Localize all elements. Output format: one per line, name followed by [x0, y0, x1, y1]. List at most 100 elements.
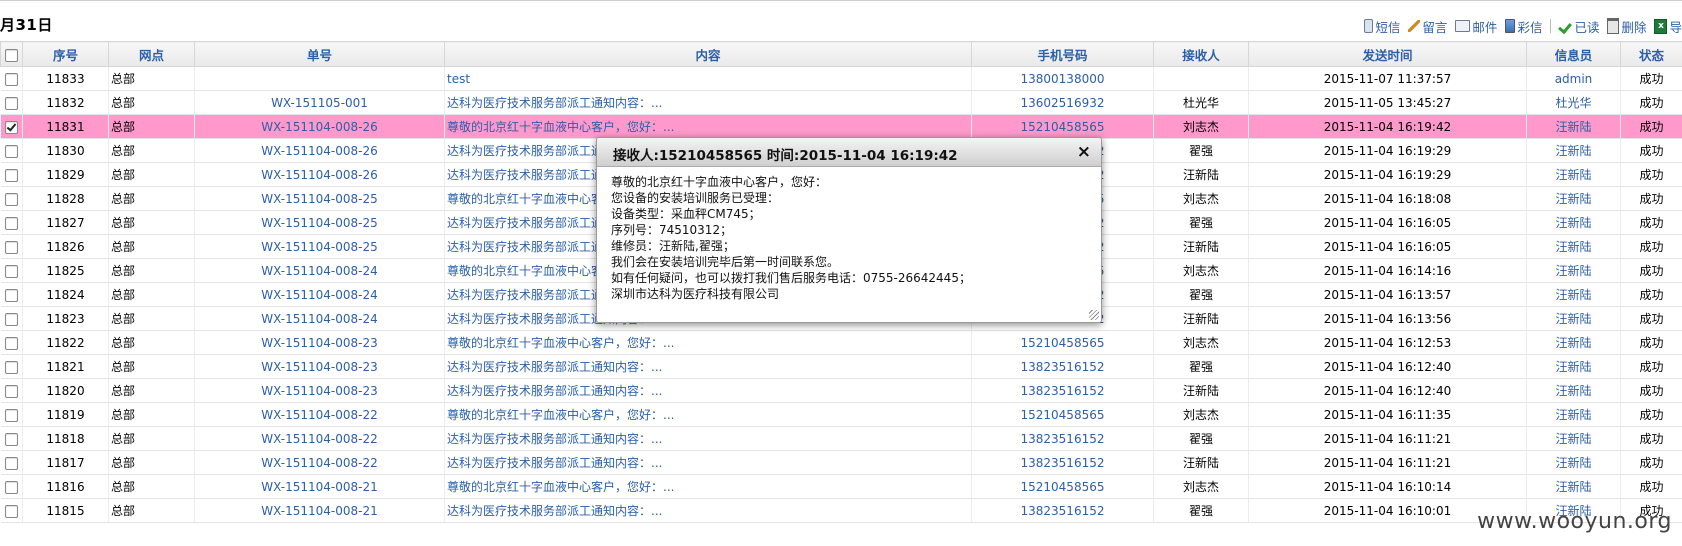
row-checkbox[interactable] [4, 504, 18, 518]
cell-operator[interactable]: 汪新陆 [1526, 402, 1621, 427]
row-checkbox[interactable] [4, 96, 18, 110]
cell-order[interactable]: WX-151104-008-25 [194, 234, 445, 259]
cell-operator[interactable]: 汪新陆 [1526, 114, 1621, 139]
cell-phone[interactable]: 13823516152 [971, 498, 1154, 523]
cell-phone[interactable]: 13823516152 [971, 378, 1154, 403]
cell-order[interactable]: WX-151104-008-22 [194, 450, 445, 475]
cell-operator[interactable]: 汪新陆 [1526, 138, 1621, 163]
resize-grip-icon[interactable] [1089, 310, 1099, 320]
table-row[interactable]: 11817 总部 WX-151104-008-22 达科为医疗技术服务部派工通知内容：… [0, 450, 1682, 475]
cell-phone[interactable]: 13823516152 [971, 450, 1154, 475]
table-row[interactable]: 11820 总部 WX-151104-008-23 达科为医疗技术服务部派工通知内容：… [0, 378, 1682, 403]
row-checkbox[interactable] [4, 360, 18, 374]
row-checkbox[interactable] [4, 288, 18, 302]
row-checkbox[interactable] [4, 192, 18, 206]
cell-order[interactable]: WX-151104-008-23 [194, 378, 445, 403]
cell-content[interactable]: 达科为医疗技术服务部派工通知内容：... [444, 450, 972, 475]
cell-operator[interactable]: 汪新陆 [1526, 354, 1621, 379]
message-button[interactable]: 留言 [1408, 17, 1447, 36]
row-checkbox[interactable] [4, 456, 18, 470]
row-checkbox[interactable] [4, 408, 18, 422]
popup-header[interactable]: 接收人:15210458565 时间:2015-11-04 16:19:42 × [597, 138, 1101, 167]
close-icon[interactable]: × [1077, 142, 1091, 162]
cell-order[interactable]: WX-151104-008-24 [194, 258, 445, 283]
cell-phone[interactable]: 13800138000 [971, 66, 1154, 91]
cell-phone[interactable]: 15210458565 [971, 114, 1154, 139]
row-checkbox[interactable] [4, 432, 18, 446]
cell-order[interactable] [194, 66, 445, 91]
cell-content[interactable]: 达科为医疗技术服务部派工通知内容：... [444, 426, 972, 451]
cell-operator[interactable]: 汪新陆 [1526, 162, 1621, 187]
row-checkbox[interactable] [4, 336, 18, 350]
table-row[interactable]: 11818 总部 WX-151104-008-22 达科为医疗技术服务部派工通知内容：… [0, 426, 1682, 451]
export-button[interactable]: x导 [1654, 17, 1682, 36]
mms-button[interactable]: 彩信 [1505, 17, 1542, 36]
cell-operator[interactable]: 汪新陆 [1526, 378, 1621, 403]
header-status[interactable]: 状态 [1620, 41, 1682, 67]
cell-operator[interactable]: admin [1526, 66, 1621, 91]
cell-operator[interactable]: 汪新陆 [1526, 234, 1621, 259]
cell-order[interactable]: WX-151104-008-22 [194, 426, 445, 451]
cell-phone[interactable]: 13823516152 [971, 426, 1154, 451]
cell-content[interactable]: 达科为医疗技术服务部派工通知内容：... [444, 90, 972, 115]
table-row[interactable]: 11819 总部 WX-151104-008-22 尊敬的北京红十字血液中心客户，您好… [0, 402, 1682, 427]
row-checkbox[interactable] [4, 480, 18, 494]
row-checkbox[interactable] [4, 216, 18, 230]
delete-button[interactable]: 删除 [1607, 17, 1646, 36]
cell-order[interactable]: WX-151104-008-26 [194, 138, 445, 163]
cell-content[interactable]: 达科为医疗技术服务部派工通知内容：... [444, 498, 972, 523]
table-row[interactable]: 11831 总部 WX-151104-008-26 尊敬的北京红十字血液中心客户，您好… [0, 114, 1682, 139]
table-row[interactable]: 11816 总部 WX-151104-008-21 尊敬的北京红十字血液中心客户，您好… [0, 474, 1682, 499]
row-checkbox[interactable] [4, 120, 18, 134]
cell-phone[interactable]: 15210458565 [971, 402, 1154, 427]
cell-content[interactable]: 尊敬的北京红十字血液中心客户，您好：... [444, 330, 972, 355]
cell-order[interactable]: WX-151104-008-21 [194, 498, 445, 523]
cell-phone[interactable]: 15210458565 [971, 330, 1154, 355]
row-checkbox[interactable] [4, 264, 18, 278]
cell-operator[interactable]: 汪新陆 [1526, 330, 1621, 355]
header-phone[interactable]: 手机号码 [971, 41, 1154, 67]
row-checkbox[interactable] [4, 72, 18, 86]
cell-operator[interactable]: 汪新陆 [1526, 426, 1621, 451]
cell-order[interactable]: WX-151104-008-23 [194, 330, 445, 355]
row-checkbox[interactable] [4, 168, 18, 182]
header-id[interactable]: 序号 [22, 41, 109, 67]
cell-order[interactable]: WX-151104-008-24 [194, 282, 445, 307]
cell-operator[interactable]: 汪新陆 [1526, 474, 1621, 499]
cell-phone[interactable]: 13602516932 [971, 90, 1154, 115]
cell-operator[interactable]: 汪新陆 [1526, 186, 1621, 211]
row-checkbox[interactable] [4, 144, 18, 158]
cell-content[interactable]: 尊敬的北京红十字血液中心客户，您好：... [444, 114, 972, 139]
cell-content[interactable]: 尊敬的北京红十字血液中心客户，您好：... [444, 402, 972, 427]
table-row[interactable]: 11822 总部 WX-151104-008-23 尊敬的北京红十字血液中心客户，您好… [0, 330, 1682, 355]
cell-content[interactable]: test [444, 66, 972, 91]
select-all-checkbox[interactable] [5, 48, 18, 62]
cell-content[interactable]: 尊敬的北京红十字血液中心客户，您好：... [444, 474, 972, 499]
header-receiver[interactable]: 接收人 [1153, 41, 1249, 67]
sms-button[interactable]: 短信 [1364, 17, 1400, 36]
table-row[interactable]: 11815 总部 WX-151104-008-21 达科为医疗技术服务部派工通知内容：… [0, 498, 1682, 523]
row-checkbox[interactable] [4, 240, 18, 254]
row-checkbox[interactable] [4, 312, 18, 326]
table-row[interactable]: 11821 总部 WX-151104-008-23 达科为医疗技术服务部派工通知内容：… [0, 354, 1682, 379]
cell-phone[interactable]: 15210458565 [971, 474, 1154, 499]
row-checkbox[interactable] [4, 384, 18, 398]
cell-content[interactable]: 达科为医疗技术服务部派工通知内容：... [444, 378, 972, 403]
table-row[interactable]: 11833 总部 test 13800138000 2015-11-07 11:37:5… [0, 66, 1682, 91]
header-order[interactable]: 单号 [194, 41, 445, 67]
cell-order[interactable]: WX-151104-008-25 [194, 210, 445, 235]
cell-order[interactable]: WX-151104-008-21 [194, 474, 445, 499]
cell-order[interactable]: WX-151105-001 [194, 90, 445, 115]
cell-phone[interactable]: 13823516152 [971, 354, 1154, 379]
cell-order[interactable]: WX-151104-008-22 [194, 402, 445, 427]
cell-operator[interactable]: 汪新陆 [1526, 258, 1621, 283]
header-time[interactable]: 发送时间 [1248, 41, 1527, 67]
table-row[interactable]: 11832 总部 WX-151105-001 达科为医疗技术服务部派工通知内容：...… [0, 90, 1682, 115]
cell-operator[interactable]: 汪新陆 [1526, 306, 1621, 331]
header-branch[interactable]: 网点 [108, 41, 195, 67]
cell-operator[interactable]: 汪新陆 [1526, 282, 1621, 307]
cell-operator[interactable]: 汪新陆 [1526, 210, 1621, 235]
cell-order[interactable]: WX-151104-008-26 [194, 114, 445, 139]
cell-order[interactable]: WX-151104-008-24 [194, 306, 445, 331]
cell-operator[interactable]: 汪新陆 [1526, 450, 1621, 475]
